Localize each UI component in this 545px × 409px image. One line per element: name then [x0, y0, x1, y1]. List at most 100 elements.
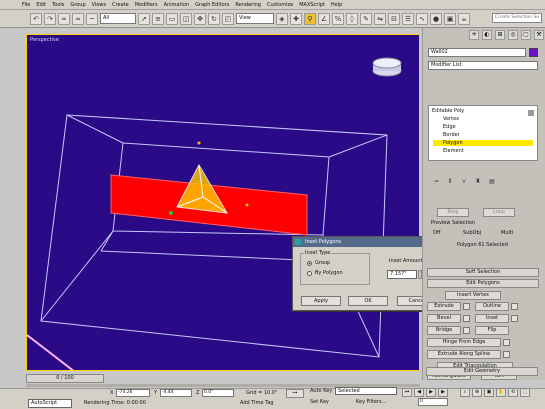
stack-light-icon[interactable] — [528, 110, 534, 116]
inset-amount-field[interactable]: 7.157" — [387, 270, 417, 279]
create-tab-icon[interactable]: ✳ — [469, 30, 479, 40]
material-editor-icon[interactable]: ● — [430, 12, 442, 25]
current-frame-field[interactable]: 0 — [418, 398, 448, 406]
curve-editor-icon[interactable]: ∿ — [416, 12, 428, 25]
stack-root-editable-poly[interactable]: Editable Poly — [432, 108, 464, 114]
preview-off-radio[interactable]: Off — [433, 230, 440, 236]
inset-settings-icon[interactable] — [511, 315, 518, 322]
maxscript-listener[interactable]: AutoScript — [28, 399, 72, 408]
object-color-swatch[interactable] — [529, 48, 538, 57]
extrude-spline-settings-icon[interactable] — [503, 351, 510, 358]
flip-button[interactable]: Flip — [475, 326, 509, 335]
stack-item-border[interactable]: Border — [443, 132, 460, 138]
spinner-snap-icon[interactable]: ◊ — [346, 12, 358, 25]
menu-item-file[interactable]: File — [22, 2, 30, 8]
y-coordinate-field[interactable]: -4.44 — [160, 389, 192, 397]
viewport-label[interactable]: Perspective — [30, 37, 59, 43]
select-manipulate-icon[interactable]: ✚ — [290, 12, 302, 25]
extrude-settings-icon[interactable] — [463, 303, 470, 310]
stack-item-vertex[interactable]: Vertex — [443, 116, 459, 122]
x-coordinate-field[interactable]: -74.26 — [116, 389, 150, 397]
perspective-viewport[interactable]: Perspective — [26, 34, 420, 371]
play-icon[interactable]: ▶ — [426, 388, 436, 397]
extrude-button[interactable]: Extrude — [427, 302, 461, 311]
motion-tab-icon[interactable]: ◎ — [508, 30, 518, 40]
menu-item-customize[interactable]: Customize — [267, 2, 293, 8]
snaps-toggle-icon[interactable]: ⚲ — [304, 12, 316, 25]
edit-named-selection-icon[interactable]: ✎ — [360, 12, 372, 25]
edit-polygons-rollout[interactable]: Edit Polygons — [427, 279, 539, 288]
align-icon[interactable]: ⊟ — [388, 12, 400, 25]
menu-item-graph-editors[interactable]: Graph Editors — [195, 2, 229, 8]
outline-button[interactable]: Outline — [475, 302, 509, 311]
configure-sets-icon[interactable]: ▤ — [487, 178, 497, 187]
outline-settings-icon[interactable] — [511, 303, 518, 310]
bridge-button[interactable]: Bridge — [427, 326, 461, 335]
utilities-tab-icon[interactable]: ⚒ — [534, 30, 544, 40]
soft-selection-rollout[interactable]: Soft Selection — [427, 268, 539, 277]
extrude-along-spline-button[interactable]: Extrude Along Spline — [427, 350, 501, 359]
ok-button[interactable]: OK — [348, 296, 388, 306]
time-slider[interactable]: 0 / 100 — [26, 374, 104, 383]
zoom-all-icon[interactable]: ⊕ — [472, 388, 482, 397]
insert-vertex-button[interactable]: Insert Vertex — [445, 291, 501, 300]
pivot-center-icon[interactable]: ◈ — [276, 12, 288, 25]
z-coordinate-field[interactable]: 0.0" — [202, 389, 234, 397]
stack-item-polygon[interactable]: Polygon — [433, 140, 533, 146]
rectangular-selection-icon[interactable]: ▭ — [166, 12, 178, 25]
radio-by-polygon[interactable]: By Polygon — [307, 270, 343, 276]
link-icon[interactable]: ∞ — [58, 12, 70, 25]
menu-item-tools[interactable]: Tools — [52, 2, 64, 8]
select-by-name-icon[interactable]: ≡ — [152, 12, 164, 25]
modifier-list-dropdown[interactable]: Modifier List — [428, 61, 538, 70]
previous-frame-icon[interactable]: ◀ — [414, 388, 424, 397]
mirror-icon[interactable]: ⇋ — [374, 12, 386, 25]
object-name-field[interactable]: Wall02 — [428, 48, 526, 57]
selection-filter-dropdown[interactable]: All — [100, 13, 136, 24]
dialog-title-bar[interactable]: Inset Polygons X — [293, 237, 443, 247]
maximize-viewport-icon[interactable]: ⬚ — [520, 388, 530, 397]
hinge-from-edge-button[interactable]: Hinge From Edge — [427, 338, 501, 347]
redo-icon[interactable]: ↷ — [44, 12, 56, 25]
menu-item-edit[interactable]: Edit — [36, 2, 46, 8]
key-mode-icon[interactable]: ⊶ — [286, 389, 304, 398]
radio-group[interactable]: Group — [307, 260, 330, 266]
percent-snap-icon[interactable]: % — [332, 12, 344, 25]
apply-button[interactable]: Apply — [301, 296, 341, 306]
go-to-start-icon[interactable]: ⏮ — [402, 388, 412, 397]
make-unique-icon[interactable]: ⋎ — [459, 178, 469, 187]
menu-item-help[interactable]: Help — [331, 2, 342, 8]
auto-key-button[interactable]: Auto Key — [310, 388, 332, 394]
preview-multi-radio[interactable]: Multi — [501, 230, 513, 236]
ring-button[interactable]: Ring — [437, 208, 469, 217]
layer-manager-icon[interactable]: ☰ — [402, 12, 414, 25]
quick-render-icon[interactable]: ☕ — [458, 12, 470, 25]
orbit-icon[interactable]: ⟲ — [508, 388, 518, 397]
select-object-icon[interactable]: ➚ — [138, 12, 150, 25]
remove-modifier-icon[interactable]: ♜ — [473, 178, 483, 187]
select-scale-icon[interactable]: ◰ — [222, 12, 234, 25]
menu-item-maxscript[interactable]: MAXScript — [299, 2, 325, 8]
menu-item-animation[interactable]: Animation — [164, 2, 190, 8]
select-rotate-icon[interactable]: ↻ — [208, 12, 220, 25]
pin-stack-icon[interactable]: ⊸ — [431, 178, 441, 187]
key-selection-dropdown[interactable]: Selected — [335, 387, 397, 395]
bevel-button[interactable]: Bevel — [427, 314, 461, 323]
edit-geometry-rollout[interactable]: Edit Geometry — [426, 367, 538, 376]
reference-coordinate-dropdown[interactable]: View — [236, 13, 274, 24]
stack-item-edge[interactable]: Edge — [443, 124, 456, 130]
unlink-icon[interactable]: ≈ — [72, 12, 84, 25]
display-tab-icon[interactable]: ▢ — [521, 30, 531, 40]
hinge-settings-icon[interactable] — [503, 339, 510, 346]
preview-subobj-radio[interactable]: SubObj — [463, 230, 481, 236]
menu-item-modifiers[interactable]: Modifiers — [135, 2, 158, 8]
zoom-extents-icon[interactable]: ▣ — [484, 388, 494, 397]
set-key-button[interactable]: Set Key — [310, 399, 329, 405]
menu-item-create[interactable]: Create — [112, 2, 129, 8]
select-move-icon[interactable]: ✥ — [194, 12, 206, 25]
next-frame-icon[interactable]: ▶ — [438, 388, 448, 397]
zoom-icon[interactable]: ⌕ — [460, 388, 470, 397]
loop-button[interactable]: Loop — [483, 208, 515, 217]
stack-item-element[interactable]: Element — [443, 148, 464, 154]
window-crossing-icon[interactable]: ◫ — [180, 12, 192, 25]
